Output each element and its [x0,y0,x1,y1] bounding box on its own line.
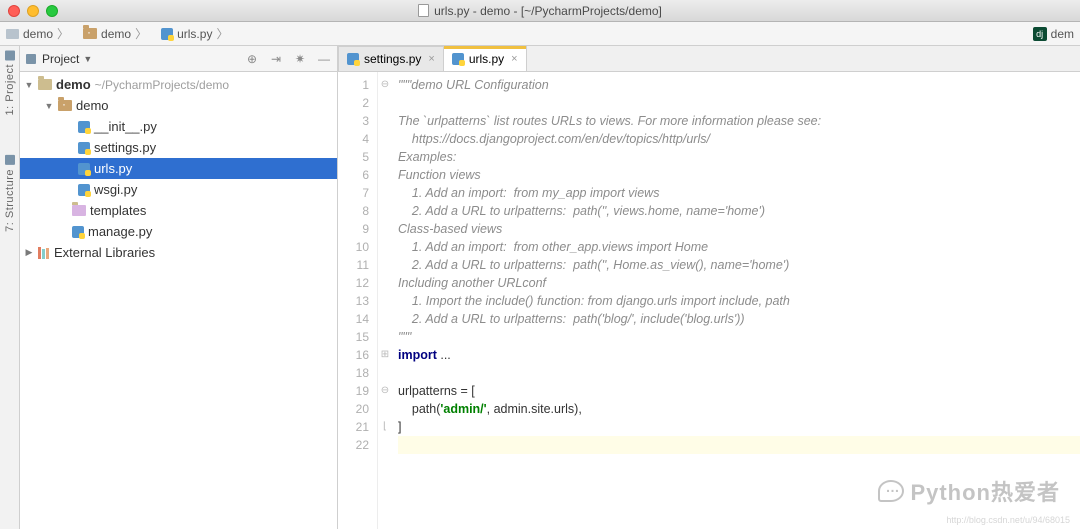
project-panel-header: Project ▼ ⊕ ⇥ ✷ — [20,46,337,72]
rail-tab-structure[interactable]: 7: Structure [4,155,16,232]
tree-root[interactable]: ▼ demo ~/PycharmProjects/demo [20,74,337,95]
editor-area: settings.py × urls.py × 1234567891011121… [338,46,1080,529]
editor-tabs: settings.py × urls.py × [338,46,1080,72]
expand-toggle-icon[interactable]: ▶ [24,247,34,258]
breadcrumb-label: demo [23,27,53,41]
django-icon: dj [1033,27,1047,41]
line-number-gutter[interactable]: 123456789101112131415161819202122 [338,72,378,529]
python-file-icon [78,121,90,133]
tree-folder-templates[interactable]: templates [20,200,337,221]
settings-gear-icon[interactable]: ✷ [293,52,307,66]
code-fold-gutter[interactable]: ⊖ ⊞⊖⌊ [378,72,392,529]
tree-file-init[interactable]: __init__.py [20,116,337,137]
breadcrumb-label: demo [101,27,131,41]
window-title: urls.py - demo - [~/PycharmProjects/demo… [434,4,662,18]
project-icon [5,50,15,60]
expand-toggle-icon[interactable]: ▼ [44,101,54,111]
tree-file-urls[interactable]: urls.py [20,158,337,179]
window-zoom-button[interactable] [46,5,58,17]
editor-tab-urls[interactable]: urls.py × [443,46,527,71]
tree-package[interactable]: ▼ demo [20,95,337,116]
breadcrumb-file[interactable]: urls.py 〉 [155,22,236,45]
tree-node-label: demo [56,77,91,92]
window-minimize-button[interactable] [27,5,39,17]
editor-tab-settings[interactable]: settings.py × [338,46,444,71]
python-file-icon [78,184,90,196]
expand-toggle-icon[interactable]: ▼ [24,80,34,90]
tool-window-rail: 1: Project 7: Structure [0,46,20,529]
structure-icon [5,155,15,165]
folder-icon [38,79,52,90]
folder-icon [6,29,19,39]
watermark-text: Python热爱者 [910,475,1060,507]
tree-node-label: templates [90,203,146,218]
code-editor[interactable]: """demo URL ConfigurationThe `urlpattern… [392,72,1080,529]
scroll-to-source-icon[interactable]: ⊕ [245,52,259,66]
tree-file-settings[interactable]: settings.py [20,137,337,158]
python-file-icon [78,142,90,154]
navigation-bar: demo 〉 demo 〉 urls.py 〉 dj dem [0,22,1080,46]
project-tree[interactable]: ▼ demo ~/PycharmProjects/demo ▼ demo __i… [20,72,337,263]
tab-label: urls.py [469,52,504,66]
breadcrumb-package[interactable]: demo 〉 [77,22,155,45]
tree-node-label: settings.py [94,140,156,155]
collapse-all-icon[interactable]: ⇥ [269,52,283,66]
tab-label: settings.py [364,52,421,66]
hide-panel-icon[interactable]: — [317,52,331,66]
document-icon [418,4,429,17]
close-tab-icon[interactable]: × [511,53,517,65]
chat-bubble-icon [878,480,904,502]
footer-url: http://blog.csdn.net/u/94/68015 [946,515,1070,525]
chevron-down-icon: ▼ [83,54,92,64]
python-file-icon [347,53,359,65]
watermark: Python热爱者 [878,475,1060,507]
tree-file-manage[interactable]: manage.py [20,221,337,242]
rail-tab-project[interactable]: 1: Project [4,50,16,115]
project-panel-title[interactable]: Project ▼ [42,52,92,66]
tree-node-label: wsgi.py [94,182,137,197]
templates-folder-icon [72,205,86,216]
tree-file-wsgi[interactable]: wsgi.py [20,179,337,200]
run-config-label[interactable]: dem [1051,27,1074,41]
tree-node-label: manage.py [88,224,152,239]
python-file-icon [78,163,90,175]
package-icon [83,28,97,39]
tree-node-label: demo [76,98,109,113]
package-icon [58,100,72,111]
close-tab-icon[interactable]: × [428,53,434,65]
tree-node-label: External Libraries [54,245,155,260]
python-file-icon [161,28,173,40]
window-close-button[interactable] [8,5,20,17]
breadcrumb-root[interactable]: demo 〉 [0,22,77,45]
python-file-icon [452,53,464,65]
window-titlebar: urls.py - demo - [~/PycharmProjects/demo… [0,0,1080,22]
tree-node-label: __init__.py [94,119,157,134]
tree-node-label: urls.py [94,161,132,176]
project-tool-window: Project ▼ ⊕ ⇥ ✷ — ▼ demo ~/PycharmProjec… [20,46,338,529]
python-file-icon [72,226,84,238]
breadcrumb-label: urls.py [177,27,212,41]
tree-external-libraries[interactable]: ▶ External Libraries [20,242,337,263]
tree-node-path: ~/PycharmProjects/demo [95,78,229,92]
project-view-icon [26,54,36,64]
libraries-icon [38,247,50,259]
